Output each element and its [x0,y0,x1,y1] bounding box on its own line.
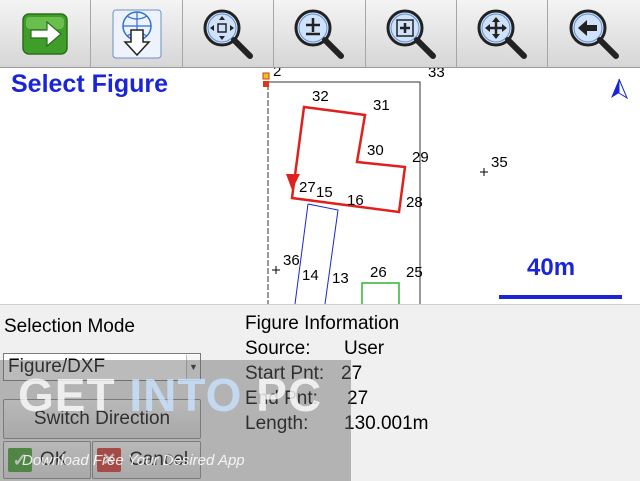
point-label: 33 [428,68,445,81]
point-label: 31 [373,97,390,114]
zoom-window-button[interactable] [366,0,457,68]
figure-information: Figure Information Source: User Start Pn… [245,311,429,436]
selection-mode-label: Selection Mode [4,316,135,337]
point-label: 32 [312,88,329,105]
download-button[interactable] [91,0,183,68]
blue-figure[interactable] [307,203,339,304]
point-label: 14 [302,267,319,284]
point-cross[interactable] [272,266,280,274]
scale-bar [499,295,622,299]
source-label: Source: [245,338,311,359]
figure-info-heading: Figure Information [245,313,400,334]
toolbar [0,0,640,68]
page-title: Select Figure [11,70,168,98]
selection-mode-value: Figure/DXF [8,356,106,377]
point-label: 27 [299,179,316,196]
start-point-value: 27 [341,363,363,384]
selection-mode-dropdown[interactable]: Figure/DXF ▼ [3,353,201,381]
point-label: 35 [491,154,508,171]
point-label: 15 [316,184,333,201]
end-point-label: End Pnt: [245,388,318,409]
zoom-in-out-icon [294,9,345,59]
length-row: Length: 130.001m [245,411,429,436]
point-marker[interactable] [263,81,269,87]
point-label: 30 [367,142,384,159]
cancel-button[interactable]: ✕ Cancel [92,441,201,479]
point-label: 36 [283,252,300,269]
zoom-in-out-button[interactable] [274,0,366,68]
switch-direction-label: Switch Direction [33,408,171,429]
back-icon [569,9,620,59]
map-canvas[interactable]: 2 33 32 31 30 29 35 27 15 16 28 36 14 13… [0,68,640,304]
chevron-down-icon[interactable]: ▼ [186,355,200,379]
point-label: 16 [347,192,364,209]
start-point-label: Start Pnt: [245,363,325,384]
zoom-extents-icon [203,9,253,59]
back-button[interactable] [548,0,639,68]
point-label: 25 [406,264,423,281]
direction-arrow-icon[interactable] [286,174,300,190]
check-icon: ✓ [8,448,32,472]
start-point-row: Start Pnt: 27 [245,361,429,386]
point-label: 29 [412,149,429,166]
point-label: 2 [273,68,281,80]
point-label: 26 [370,264,387,281]
green-figure[interactable] [361,282,400,304]
length-value: 130.001m [344,413,429,434]
point-marker[interactable] [262,72,270,80]
arrow-right-icon [22,13,68,55]
close-icon: ✕ [97,448,121,472]
end-point-row: End Pnt: 27 [245,386,429,411]
next-button[interactable] [0,0,92,68]
bottom-panel: Selection Mode Figure/DXF ▼ Switch Direc… [0,304,640,481]
source-row: Source: User [245,336,429,361]
length-label: Length: [245,413,309,434]
scale-label: 40m [527,254,576,281]
north-arrow-icon [611,78,629,100]
ok-button[interactable]: ✓ OK [3,441,91,479]
end-point-value: 27 [347,388,369,409]
pan-icon [477,9,528,59]
point-label: 13 [332,270,349,287]
zoom-window-icon [386,9,436,59]
pan-button[interactable] [457,0,549,68]
source-value: User [344,338,385,359]
download-globe-icon [112,9,162,59]
zoom-extents-button[interactable] [183,0,275,68]
ok-label: OK [40,449,68,470]
cancel-label: Cancel [129,449,189,470]
switch-direction-button[interactable]: Switch Direction [3,399,201,439]
point-label: 28 [406,194,423,211]
point-cross[interactable] [480,168,488,176]
